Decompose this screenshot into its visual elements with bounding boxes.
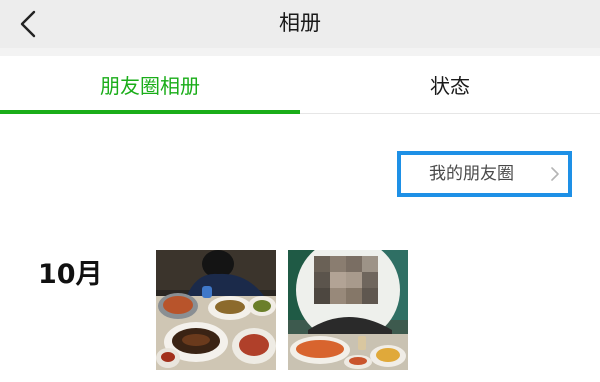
dinner-photo-image	[156, 250, 276, 370]
photo-thumbnail[interactable]	[156, 250, 276, 370]
month-label: 10月	[38, 259, 103, 290]
chevron-left-icon	[20, 10, 36, 38]
tab-moments-album[interactable]: 朋友圈相册	[0, 56, 300, 114]
back-button[interactable]	[12, 6, 48, 42]
dinner-photo-image	[288, 250, 408, 370]
my-moments-label: 我的朋友圈	[429, 164, 514, 184]
tab-status[interactable]: 状态	[300, 56, 600, 114]
top-navbar: 相册	[0, 0, 600, 48]
photo-thumbnail[interactable]	[288, 250, 408, 370]
chevron-right-icon	[551, 167, 559, 181]
section-gap	[0, 48, 600, 56]
page-title: 相册	[279, 11, 321, 35]
active-tab-indicator	[0, 110, 300, 114]
my-moments-button[interactable]: 我的朋友圈	[397, 151, 572, 197]
tab-bar: 朋友圈相册 状态	[0, 56, 600, 114]
tab-divider	[300, 113, 600, 114]
